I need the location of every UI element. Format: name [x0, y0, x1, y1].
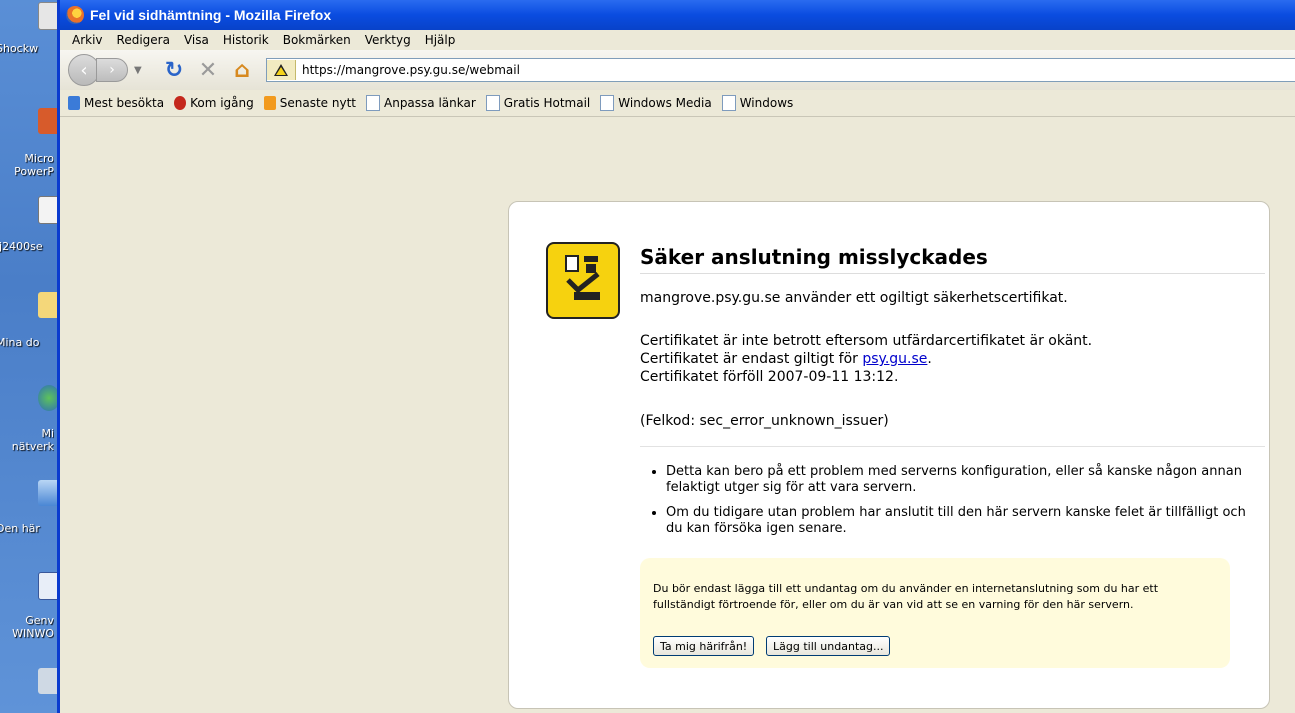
desktop-label: Shockw [0, 42, 39, 55]
desktop-label: Mi nätverk [11, 427, 54, 453]
bookmark-label: Anpassa länkar [384, 96, 476, 110]
menu-bar: Arkiv Redigera Visa Historik Bokmärken V… [60, 30, 1295, 50]
desktop-shortcut-recycle[interactable] [0, 668, 60, 694]
tech-line-valid-for: Certifikatet är endast giltigt för psy.g… [640, 351, 932, 367]
bookmarks-toolbar: Mest besökta Kom igång Senaste nytt Anpa… [60, 90, 1295, 117]
home-icon[interactable]: ⌂ [228, 56, 256, 84]
menu-hjalp[interactable]: Hjälp [425, 33, 456, 47]
bookmark-label: Kom igång [190, 96, 254, 110]
bookmark-windows-media[interactable]: Windows Media [600, 95, 712, 111]
bookmark-anpassa-lankar[interactable]: Anpassa länkar [366, 95, 476, 111]
divider [640, 446, 1265, 447]
forward-arrow-icon: › [109, 62, 115, 78]
tech-line-expired: Certifikatet förföll 2007-09-11 13:12. [640, 369, 899, 385]
bookmark-gratis-hotmail[interactable]: Gratis Hotmail [485, 95, 591, 111]
stop-icon[interactable]: ✕ [194, 56, 222, 84]
list-item: Om du tidigare utan problem har anslutit… [666, 505, 1254, 537]
desktop-label: lj2400se [0, 240, 43, 253]
desktop-label: Micro PowerP [14, 152, 54, 178]
desktop-shortcut-den-har-datorn[interactable]: Den här [0, 480, 60, 535]
url-bar[interactable]: https://mangrove.psy.gu.se/webmail [266, 58, 1295, 82]
page-icon [366, 95, 380, 111]
domain-link[interactable]: psy.gu.se [862, 351, 927, 367]
get-me-out-button[interactable]: Ta mig härifrån! [653, 636, 755, 656]
menu-redigera[interactable]: Redigera [117, 33, 170, 47]
firefox-logo-icon [66, 6, 84, 24]
menu-bokmarken[interactable]: Bokmärken [283, 33, 351, 47]
rss-feed-icon [263, 96, 276, 110]
firefox-bookmark-icon [174, 96, 187, 110]
bookmark-kom-igang[interactable]: Kom igång [174, 96, 254, 110]
bookmark-label: Windows [739, 96, 794, 110]
title-bar[interactable]: Fel vid sidhämtning - Mozilla Firefox [60, 0, 1295, 30]
menu-visa[interactable]: Visa [184, 33, 209, 47]
desktop-shortcut-winword[interactable]: Genv WINWO [0, 572, 60, 640]
smart-folder-icon [68, 96, 80, 110]
bookmark-mest-besokta[interactable]: Mest besökta [68, 96, 164, 110]
bookmark-senaste-nytt[interactable]: Senaste nytt [263, 96, 356, 110]
history-dropdown-icon[interactable]: ▼ [134, 65, 142, 76]
desktop-shortcut-natverk[interactable]: Mi nätverk [0, 385, 60, 453]
add-exception-button[interactable]: Lägg till undantag... [766, 636, 891, 656]
menu-historik[interactable]: Historik [223, 33, 269, 47]
certificate-error-icon [546, 242, 620, 319]
tech-line: Certifikatet är inte betrott eftersom ut… [640, 333, 1093, 349]
exception-warning-text: Du bör endast lägga till ett undantag om… [653, 582, 1159, 611]
desktop-label: Mina do [0, 336, 40, 349]
list-item: Detta kan bero på ett problem med server… [666, 464, 1254, 496]
short-description: mangrove.psy.gu.se använder ett ogiltigt… [640, 290, 1068, 306]
menu-verktyg[interactable]: Verktyg [365, 33, 411, 47]
desktop-shortcut-shockwave[interactable]: Shockw [0, 2, 60, 55]
forward-button[interactable]: › [96, 58, 128, 82]
url-text[interactable]: https://mangrove.psy.gu.se/webmail [302, 63, 520, 77]
bookmark-windows[interactable]: Windows [721, 95, 794, 111]
page-icon [485, 95, 500, 111]
security-warning-icon[interactable] [267, 60, 296, 80]
bookmark-label: Mest besökta [84, 96, 165, 110]
firefox-window: Fel vid sidhämtning - Mozilla Firefox Ar… [57, 0, 1295, 713]
window-title: Fel vid sidhämtning - Mozilla Firefox [90, 7, 332, 23]
page-icon [600, 95, 615, 111]
exception-dialog-box: Du bör endast lägga till ett undantag om… [640, 558, 1230, 668]
desktop-shortcut-powerpoint[interactable]: Micro PowerP [0, 108, 60, 178]
explanation-list: Detta kan bero på ett problem med server… [654, 464, 1254, 546]
desktop-shortcut-lj2400[interactable]: lj2400se [0, 196, 60, 253]
navigation-toolbar: ‹ › ▼ ↻ ✕ ⌂ https://mangrove.psy.gu.se/w… [60, 50, 1295, 90]
technical-details: Certifikatet är inte betrott eftersom ut… [640, 332, 1092, 386]
desktop-label: Genv WINWO [12, 614, 54, 640]
bookmark-label: Gratis Hotmail [503, 96, 591, 110]
error-code: (Felkod: sec_error_unknown_issuer) [640, 413, 889, 429]
bookmark-label: Windows Media [618, 96, 712, 110]
page-title: Säker anslutning misslyckades [640, 245, 1265, 274]
menu-arkiv[interactable]: Arkiv [72, 33, 103, 47]
desktop-strip: Shockw Micro PowerP lj2400se Mina do Mi … [0, 0, 60, 713]
back-arrow-icon: ‹ [80, 59, 88, 81]
back-forward-group: ‹ › ▼ [68, 54, 154, 86]
bookmark-label: Senaste nytt [279, 96, 356, 110]
desktop-label: Den här [0, 522, 40, 535]
reload-icon[interactable]: ↻ [160, 56, 188, 84]
page-icon [721, 95, 736, 111]
error-page-container: Säker anslutning misslyckades mangrove.p… [508, 201, 1270, 709]
page-content: Säker anslutning misslyckades mangrove.p… [60, 117, 1295, 713]
desktop-shortcut-mina-dokument[interactable]: Mina do [0, 292, 60, 349]
